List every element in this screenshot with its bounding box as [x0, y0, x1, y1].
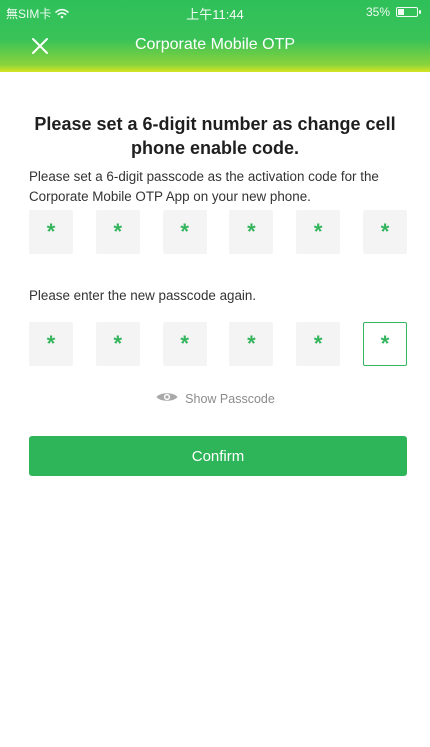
main-title: Please set a 6-digit number as change ce… — [34, 114, 396, 159]
second-passcode-row[interactable]: * * * * * * — [29, 322, 407, 366]
status-bar: 無SIM卡 上午11:44 35% — [0, 0, 430, 24]
eye-icon — [155, 390, 179, 407]
passcode-digit-5[interactable]: * — [296, 210, 341, 254]
confirm-passcode-digit-2[interactable]: * — [95, 322, 140, 366]
show-passcode-toggle[interactable]: Show Passcode — [0, 390, 430, 407]
show-passcode-label: Show Passcode — [185, 391, 275, 406]
main-content: Please set a 6-digit number as change ce… — [0, 72, 430, 747]
passcode-digit-6[interactable]: * — [362, 210, 407, 254]
status-right: 35% — [365, 5, 421, 19]
battery-percent: 35% — [365, 5, 390, 19]
passcode-digit-2[interactable]: * — [95, 210, 140, 254]
instruction-text: Please set a 6-digit passcode as the act… — [29, 169, 379, 205]
page-title: Corporate Mobile OTP — [134, 36, 296, 53]
confirm-passcode-digit-1[interactable]: * — [29, 322, 73, 366]
confirm-passcode-digit-3[interactable]: * — [162, 322, 207, 366]
confirm-passcode-digit-4[interactable]: * — [229, 322, 274, 366]
battery-fill — [398, 9, 404, 15]
confirm-passcode-digit-5[interactable]: * — [296, 322, 341, 366]
nav-bar: Corporate Mobile OTP — [0, 24, 430, 68]
passcode-digit-3[interactable]: * — [162, 210, 207, 254]
passcode-digit-4[interactable]: * — [229, 210, 274, 254]
app-header: 無SIM卡 上午11:44 35% Corporate Mobile OTP — [0, 0, 430, 72]
battery-icon — [396, 7, 421, 17]
reenter-prompt: Please enter the new passcode again. — [29, 288, 257, 303]
confirm-button[interactable]: Confirm — [29, 436, 407, 476]
passcode-digit-1[interactable]: * — [29, 210, 73, 254]
first-passcode-row[interactable]: * * * * * * — [29, 210, 407, 254]
confirm-passcode-digit-6[interactable]: * — [362, 322, 407, 366]
